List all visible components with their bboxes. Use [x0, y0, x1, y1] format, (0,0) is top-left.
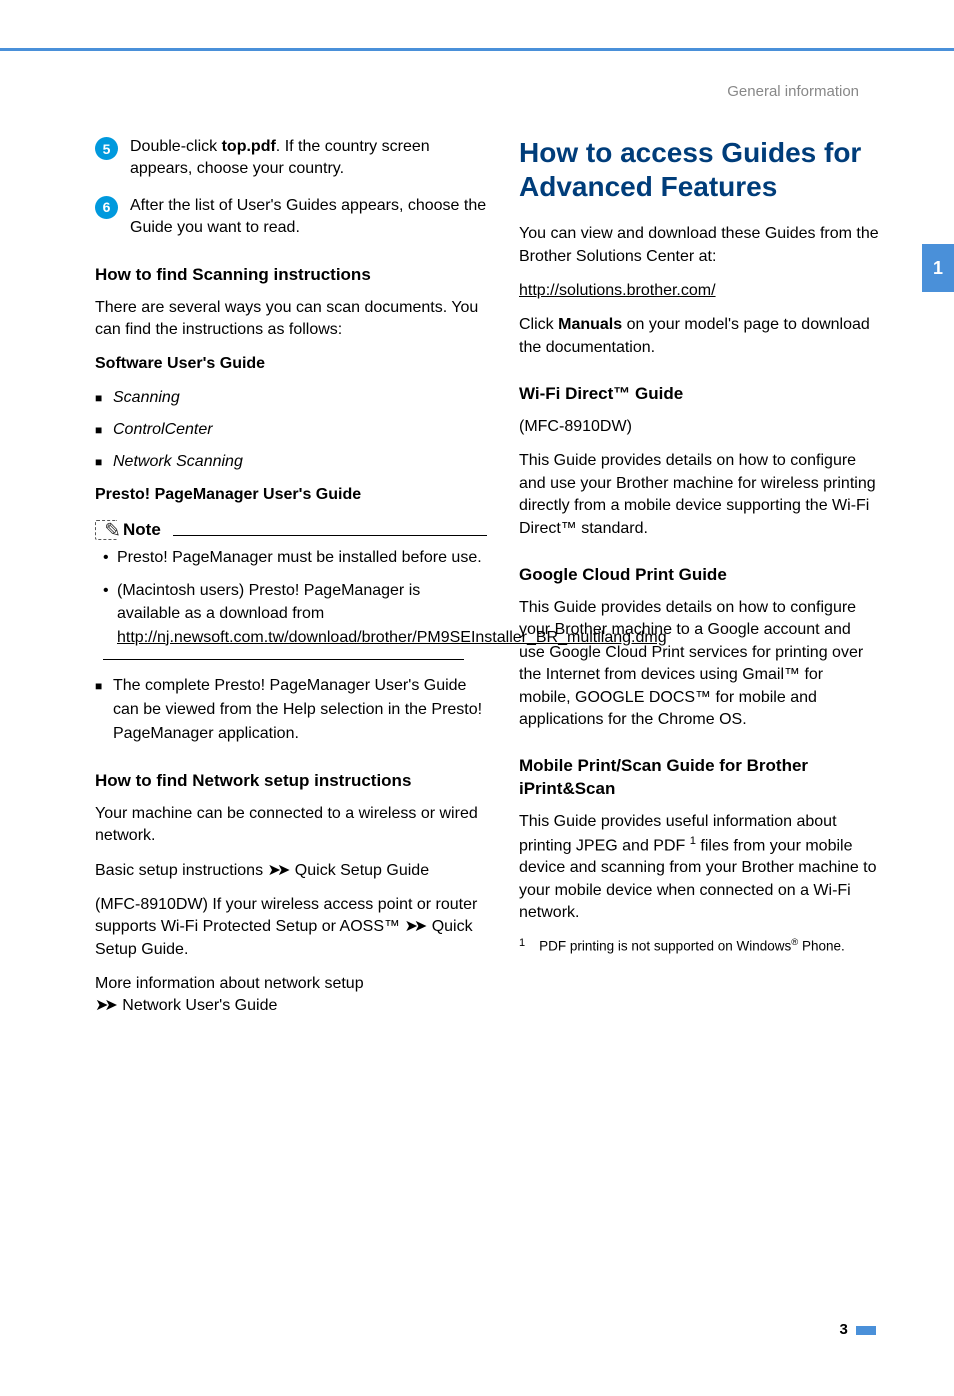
click-manuals: Click Manuals on your model's page to do…: [519, 314, 879, 359]
text: Basic setup instructions: [95, 862, 268, 879]
step-6: 6 After the list of User's Guides appear…: [95, 195, 487, 240]
text: Double-click: [130, 138, 222, 155]
step-text: Double-click top.pdf. If the country scr…: [130, 136, 487, 181]
network-p4: More information about network setup ➤➤ …: [95, 973, 487, 1018]
list-item: Presto! PageManager must be installed be…: [117, 546, 487, 569]
presto-complete-list: The complete Presto! PageManager User's …: [95, 674, 487, 746]
footnote-text: PDF printing is not supported on Windows…: [539, 936, 845, 956]
mobile-heading: Mobile Print/Scan Guide for Brother iPri…: [519, 755, 879, 801]
presto-label: Presto! PageManager User's Guide: [95, 484, 487, 506]
reference-arrow-icon: ➤➤: [95, 997, 114, 1014]
text: Quick Setup Guide: [290, 862, 429, 879]
right-column: How to access Guides for Advanced Featur…: [519, 136, 879, 1030]
network-p2: Basic setup instructions ➤➤ Quick Setup …: [95, 860, 487, 882]
left-column: 5 Double-click top.pdf. If the country s…: [95, 136, 487, 1030]
solutions-link-p: http://solutions.brother.com/: [519, 280, 879, 302]
step-text: After the list of User's Guides appears,…: [130, 195, 487, 240]
step-number-icon: 6: [95, 196, 118, 219]
page-number-text: 3: [839, 1321, 847, 1338]
list-item: Scanning: [113, 386, 487, 410]
header-section-label: General information: [0, 51, 954, 100]
chapter-tab: 1: [922, 244, 954, 292]
text: Network User's Guide: [118, 997, 278, 1014]
reference-arrow-icon: ➤➤: [404, 918, 423, 935]
list-item: The complete Presto! PageManager User's …: [113, 674, 487, 746]
gcp-body: This Guide provides details on how to co…: [519, 597, 879, 731]
list-item: (Macintosh users) Presto! PageManager is…: [117, 579, 487, 649]
list-item: Network Scanning: [113, 450, 487, 474]
wifi-body: This Guide provides details on how to co…: [519, 450, 879, 540]
solutions-link[interactable]: http://solutions.brother.com/: [519, 282, 716, 299]
list-item: ControlCenter: [113, 418, 487, 442]
note-title: Note: [123, 520, 161, 540]
intro-text: You can view and download these Guides f…: [519, 223, 879, 268]
gcp-heading: Google Cloud Print Guide: [519, 564, 879, 587]
note-rule-end: [103, 659, 464, 660]
wifi-heading: Wi-Fi Direct™ Guide: [519, 383, 879, 406]
page-number: 3: [839, 1321, 876, 1338]
scanning-heading: How to find Scanning instructions: [95, 264, 487, 287]
note-header: Note: [95, 520, 487, 540]
bold-text: Manuals: [558, 316, 622, 333]
footnote-number: 1: [519, 936, 525, 956]
footnote: 1 PDF printing is not supported on Windo…: [519, 936, 879, 956]
content-columns: 5 Double-click top.pdf. If the country s…: [0, 100, 954, 1030]
text: (Macintosh users) Presto! PageManager is…: [117, 582, 420, 622]
network-p3: (MFC-8910DW) If your wireless access poi…: [95, 894, 487, 961]
mobile-body: This Guide provides useful information a…: [519, 811, 879, 924]
reference-arrow-icon: ➤➤: [268, 862, 287, 879]
scanning-intro: There are several ways you can scan docu…: [95, 297, 487, 342]
text: More information about network setup: [95, 975, 364, 992]
network-p1: Your machine can be connected to a wirel…: [95, 803, 487, 848]
download-link[interactable]: http://nj.newsoft.com.tw/download/brothe…: [117, 629, 667, 646]
wifi-model: (MFC-8910DW): [519, 416, 879, 438]
page-marker-icon: [856, 1326, 876, 1335]
step-number-icon: 5: [95, 137, 118, 160]
note-box: Note Presto! PageManager must be install…: [95, 520, 487, 660]
text: Click: [519, 316, 558, 333]
note-rule: [173, 535, 487, 536]
sug-label: Software User's Guide: [95, 353, 487, 375]
text: Phone.: [798, 939, 845, 954]
bold-text: top.pdf: [222, 138, 276, 155]
sug-list: Scanning ControlCenter Network Scanning: [95, 386, 487, 474]
network-heading: How to find Network setup instructions: [95, 770, 487, 793]
text: PDF printing is not supported on Windows: [539, 939, 791, 954]
note-icon: [95, 520, 117, 540]
step-5: 5 Double-click top.pdf. If the country s…: [95, 136, 487, 181]
main-heading: How to access Guides for Advanced Featur…: [519, 136, 879, 203]
note-list: Presto! PageManager must be installed be…: [95, 546, 487, 649]
